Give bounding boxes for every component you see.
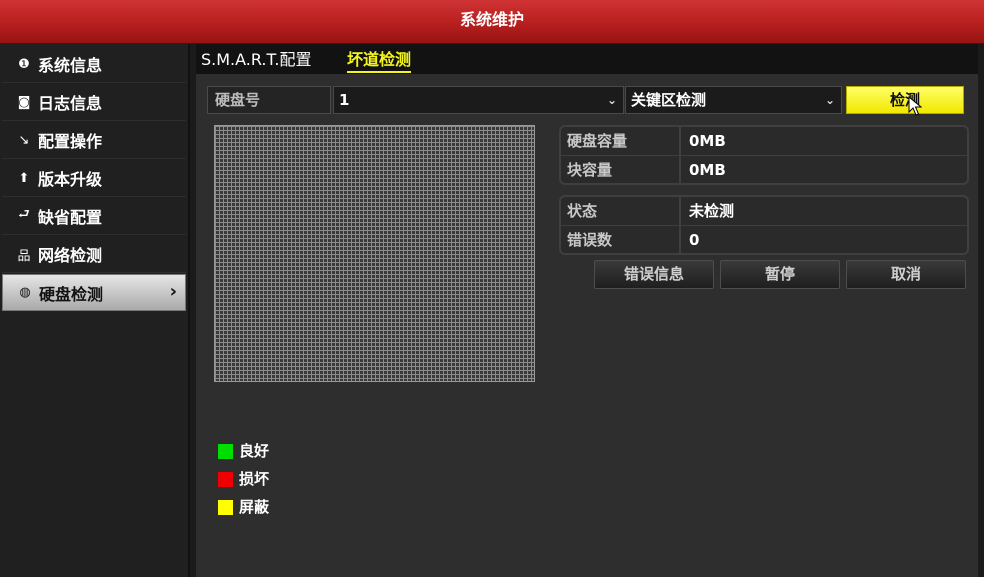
tab-smart-config[interactable]: S.M.A.R.T.配置 (201, 49, 311, 71)
sidebar-item-hdd-check[interactable]: ◍ 硬盘检测 › (2, 274, 186, 311)
sidebar-item-label: 系统信息 (38, 56, 103, 75)
sector-map-grid (214, 125, 535, 382)
sidebar-item-upgrade[interactable]: ⬆ 版本升级 (2, 160, 186, 197)
capacity-row: 硬盘容量 0MB (561, 127, 967, 156)
chevron-right-icon: › (169, 281, 177, 302)
capacity-label: 硬盘容量 (561, 127, 681, 155)
capacity-value: 0MB (689, 132, 726, 150)
block-size-value: 0MB (689, 161, 726, 179)
disk-info-box: 硬盘容量 0MB 块容量 0MB (559, 125, 969, 185)
check-status-box: 状态 未检测 错误数 0 (559, 195, 969, 255)
chevron-down-icon: ⌄ (606, 93, 617, 107)
detect-button[interactable]: 检测 (846, 86, 964, 114)
error-count-label: 错误数 (561, 226, 681, 253)
block-size-label: 块容量 (561, 156, 681, 183)
tab-bar: S.M.A.R.T.配置 坏道检测 (196, 44, 978, 74)
sidebar-item-label: 版本升级 (38, 170, 103, 189)
sidebar-item-label: 配置操作 (38, 132, 103, 151)
window-title: 系统维护 (459, 10, 524, 29)
sidebar-item-label: 缺省配置 (38, 208, 103, 227)
error-info-button[interactable]: 错误信息 (594, 260, 714, 289)
default-icon: ⮐ (18, 207, 30, 222)
hdd-check-icon: ◍ (19, 285, 31, 300)
sidebar-item-label: 硬盘检测 (39, 284, 104, 304)
hdd-number-select[interactable]: 1 ⌄ (333, 86, 624, 114)
sidebar-item-log-info[interactable]: ◙ 日志信息 (2, 84, 186, 121)
legend-good-label: 良好 (239, 442, 270, 460)
good-swatch (218, 444, 233, 459)
main-panel: S.M.A.R.T.配置 坏道检测 硬盘号 1 ⌄ 关键区检测 ⌄ 检测 硬盘容… (196, 44, 978, 577)
sidebar: ❶ 系统信息 ◙ 日志信息 ↘ 配置操作 ⬆ 版本升级 ⮐ 缺省配置 品 网络检… (0, 44, 190, 577)
cancel-button[interactable]: 取消 (846, 260, 966, 289)
sidebar-item-config[interactable]: ↘ 配置操作 (2, 122, 186, 159)
info-icon: ❶ (18, 56, 30, 72)
network-icon: 品 (17, 248, 31, 264)
damaged-swatch (218, 472, 233, 487)
sidebar-item-label: 日志信息 (38, 94, 103, 113)
mouse-cursor-icon (908, 96, 922, 116)
sidebar-item-network[interactable]: 品 网络检测 (2, 236, 186, 273)
check-mode-value: 关键区检测 (631, 91, 707, 109)
error-count-row: 错误数 0 (561, 226, 967, 253)
block-size-row: 块容量 0MB (561, 156, 967, 183)
title-bar: 系统维护 (0, 0, 984, 44)
error-count-value: 0 (689, 231, 700, 249)
chevron-down-icon: ⌄ (824, 93, 835, 107)
sidebar-item-default[interactable]: ⮐ 缺省配置 (2, 198, 186, 235)
shielded-swatch (218, 500, 233, 515)
hdd-number-value: 1 (339, 91, 350, 109)
legend-shielded-label: 屏蔽 (239, 498, 270, 516)
pause-button[interactable]: 暂停 (720, 260, 840, 289)
status-label: 状态 (561, 197, 681, 225)
sidebar-item-label: 网络检测 (38, 246, 103, 265)
log-icon: ◙ (17, 94, 31, 110)
sidebar-item-system-info[interactable]: ❶ 系统信息 (2, 46, 186, 83)
upgrade-icon: ⬆ (18, 170, 30, 186)
tab-bad-sector-check[interactable]: 坏道检测 (347, 49, 412, 73)
check-mode-select[interactable]: 关键区检测 ⌄ (625, 86, 842, 114)
legend-damaged-label: 损坏 (239, 470, 270, 488)
config-icon: ↘ (18, 132, 30, 148)
status-row: 状态 未检测 (561, 197, 967, 226)
status-value: 未检测 (689, 202, 735, 220)
hdd-number-label: 硬盘号 (207, 86, 331, 114)
